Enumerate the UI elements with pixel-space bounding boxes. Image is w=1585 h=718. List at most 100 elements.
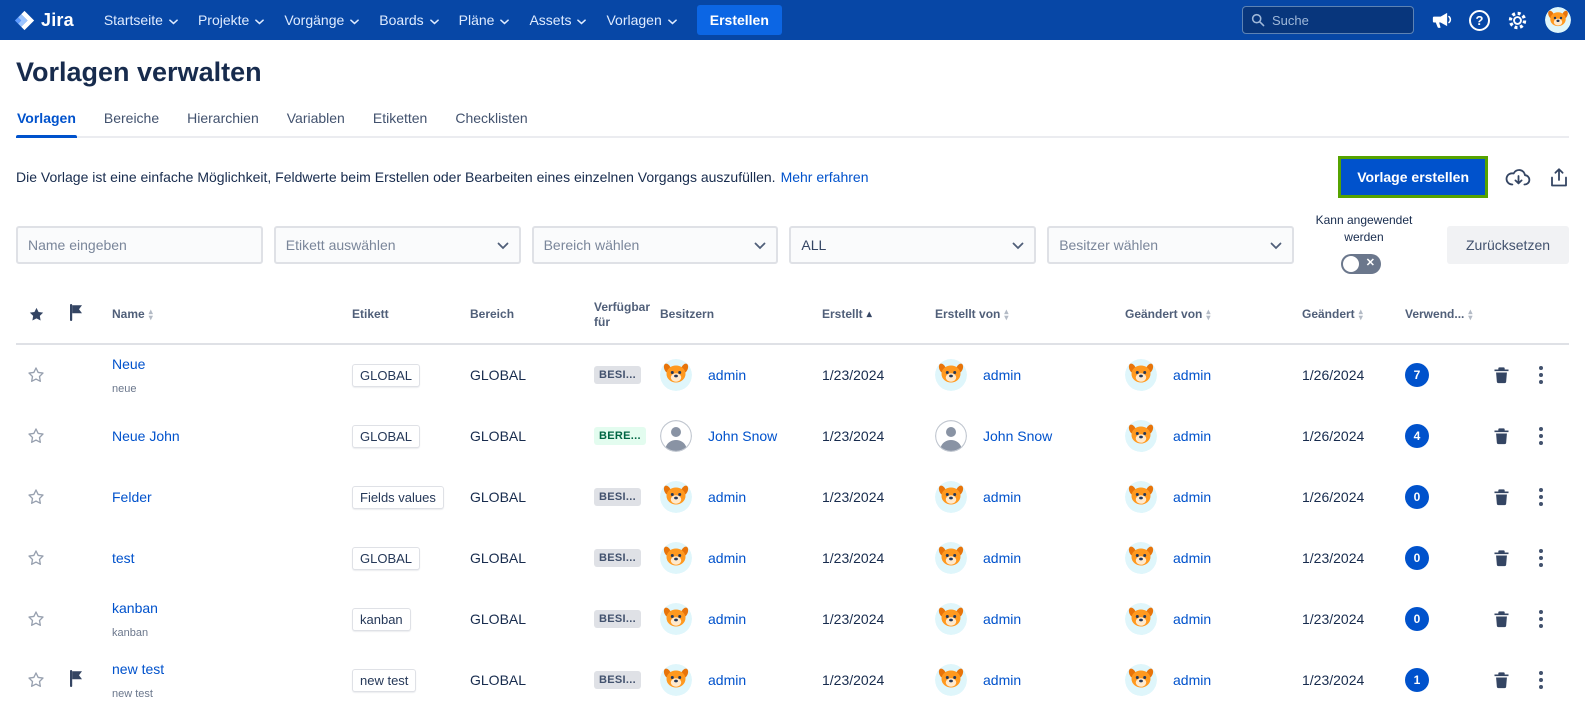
search-input[interactable] bbox=[1272, 13, 1405, 28]
star-icon[interactable] bbox=[26, 365, 46, 385]
availability-lozenge: BESI... bbox=[594, 610, 641, 628]
column-header-etikett[interactable]: Etikett bbox=[352, 307, 389, 322]
tab-hierarchien[interactable]: Hierarchien bbox=[186, 105, 260, 136]
create-button[interactable]: Erstellen bbox=[697, 5, 782, 35]
more-options-icon[interactable] bbox=[1535, 545, 1547, 571]
nav-item-pl-ne[interactable]: Pläne bbox=[449, 0, 520, 40]
template-name-link[interactable]: kanban bbox=[112, 600, 158, 616]
star-icon[interactable] bbox=[26, 426, 46, 446]
creator-link[interactable]: admin bbox=[983, 489, 1021, 505]
tab-etiketten[interactable]: Etiketten bbox=[372, 105, 428, 136]
create-template-button[interactable]: Vorlage erstellen bbox=[1341, 159, 1485, 195]
owner-link[interactable]: admin bbox=[708, 672, 746, 688]
sort-icon bbox=[1004, 309, 1008, 321]
modifier-link[interactable]: admin bbox=[1173, 489, 1211, 505]
jira-logo[interactable]: Jira bbox=[14, 10, 74, 31]
tab-variablen[interactable]: Variablen bbox=[286, 105, 346, 136]
column-header-name[interactable]: Name bbox=[112, 307, 145, 322]
owner-link[interactable]: admin bbox=[708, 550, 746, 566]
column-header-geaendert-von[interactable]: Geändert von bbox=[1125, 307, 1202, 322]
nav-item-boards[interactable]: Boards bbox=[369, 0, 448, 40]
tab-checklisten[interactable]: Checklisten bbox=[454, 105, 528, 136]
scope-value: GLOBAL bbox=[464, 672, 588, 688]
scope-filter-select[interactable]: Bereich wählen bbox=[532, 226, 779, 264]
name-filter-input[interactable] bbox=[16, 226, 263, 264]
type-filter-select[interactable]: ALL bbox=[789, 226, 1036, 264]
star-icon[interactable] bbox=[26, 670, 46, 690]
label-filter-select[interactable]: Etikett auswählen bbox=[274, 226, 521, 264]
template-name-link[interactable]: Neue bbox=[112, 356, 145, 372]
delete-icon[interactable] bbox=[1493, 427, 1510, 445]
tab-bereiche[interactable]: Bereiche bbox=[103, 105, 160, 136]
owner-link[interactable]: admin bbox=[708, 367, 746, 383]
template-name-link[interactable]: test bbox=[112, 550, 135, 566]
usage-count-badge[interactable]: 7 bbox=[1405, 363, 1429, 387]
usage-count-badge[interactable]: 1 bbox=[1405, 668, 1429, 692]
owner-link[interactable]: admin bbox=[708, 489, 746, 505]
column-header-geaendert[interactable]: Geändert bbox=[1302, 307, 1355, 322]
learn-more-link[interactable]: Mehr erfahren bbox=[781, 169, 869, 185]
modified-date: 1/26/2024 bbox=[1290, 428, 1395, 444]
owner-filter-select[interactable]: Besitzer wählen bbox=[1047, 226, 1294, 264]
column-header-verwendet[interactable]: Verwend... bbox=[1405, 307, 1464, 322]
settings-gear-icon[interactable] bbox=[1506, 9, 1529, 32]
star-icon[interactable] bbox=[26, 548, 46, 568]
nav-item-assets[interactable]: Assets bbox=[519, 0, 596, 40]
column-header-erstellt-von[interactable]: Erstellt von bbox=[935, 307, 1000, 322]
more-options-icon[interactable] bbox=[1535, 606, 1547, 632]
creator-link[interactable]: admin bbox=[983, 672, 1021, 688]
nav-item-vorlagen[interactable]: Vorlagen bbox=[596, 0, 686, 40]
applicable-toggle[interactable]: ✕ bbox=[1341, 254, 1381, 274]
creator-link[interactable]: admin bbox=[983, 367, 1021, 383]
modified-date: 1/26/2024 bbox=[1290, 489, 1395, 505]
modifier-link[interactable]: admin bbox=[1173, 672, 1211, 688]
reset-filters-button[interactable]: Zurücksetzen bbox=[1447, 226, 1569, 264]
export-share-icon[interactable] bbox=[1549, 167, 1569, 188]
template-name-link[interactable]: Neue John bbox=[112, 428, 180, 444]
modifier-link[interactable]: admin bbox=[1173, 428, 1211, 444]
delete-icon[interactable] bbox=[1493, 488, 1510, 506]
owner-link[interactable]: admin bbox=[708, 611, 746, 627]
more-options-icon[interactable] bbox=[1535, 423, 1547, 449]
template-name-link[interactable]: Felder bbox=[112, 489, 152, 505]
column-header-verfuegbar[interactable]: Verfügbar für bbox=[594, 300, 650, 330]
template-name-link[interactable]: new test bbox=[112, 661, 164, 677]
label-value: new test bbox=[352, 669, 416, 692]
delete-icon[interactable] bbox=[1493, 671, 1510, 689]
import-cloud-icon[interactable] bbox=[1505, 167, 1532, 188]
global-search[interactable] bbox=[1242, 6, 1414, 34]
modifier-link[interactable]: admin bbox=[1173, 550, 1211, 566]
flag-header-icon[interactable] bbox=[69, 304, 83, 325]
nav-item-startseite[interactable]: Startseite bbox=[94, 0, 188, 40]
modifier-link[interactable]: admin bbox=[1173, 367, 1211, 383]
usage-count-badge[interactable]: 0 bbox=[1405, 607, 1429, 631]
star-icon[interactable] bbox=[26, 609, 46, 629]
column-header-erstellt[interactable]: Erstellt bbox=[822, 307, 863, 322]
more-options-icon[interactable] bbox=[1535, 667, 1547, 693]
creator-link[interactable]: John Snow bbox=[983, 428, 1052, 444]
star-filled-header-icon[interactable] bbox=[27, 305, 46, 324]
star-icon[interactable] bbox=[26, 487, 46, 507]
user-avatar[interactable] bbox=[1545, 7, 1571, 33]
creator-link[interactable]: admin bbox=[983, 550, 1021, 566]
creator-link[interactable]: admin bbox=[983, 611, 1021, 627]
more-options-icon[interactable] bbox=[1535, 362, 1547, 388]
more-options-icon[interactable] bbox=[1535, 484, 1547, 510]
usage-count-badge[interactable]: 0 bbox=[1405, 485, 1429, 509]
chevron-down-icon bbox=[169, 12, 178, 28]
jira-logo-text: Jira bbox=[41, 10, 74, 31]
usage-count-badge[interactable]: 4 bbox=[1405, 424, 1429, 448]
usage-count-badge[interactable]: 0 bbox=[1405, 546, 1429, 570]
owner-link[interactable]: John Snow bbox=[708, 428, 777, 444]
delete-icon[interactable] bbox=[1493, 610, 1510, 628]
delete-icon[interactable] bbox=[1493, 366, 1510, 384]
nav-item-projekte[interactable]: Projekte bbox=[188, 0, 274, 40]
help-icon[interactable]: ? bbox=[1469, 10, 1490, 31]
nav-item-vorg-nge[interactable]: Vorgänge bbox=[274, 0, 369, 40]
announcement-icon[interactable] bbox=[1430, 10, 1453, 30]
tab-vorlagen[interactable]: Vorlagen bbox=[16, 105, 77, 136]
delete-icon[interactable] bbox=[1493, 549, 1510, 567]
column-header-besitzern[interactable]: Besitzern bbox=[660, 307, 714, 322]
modifier-link[interactable]: admin bbox=[1173, 611, 1211, 627]
column-header-bereich[interactable]: Bereich bbox=[470, 307, 514, 322]
